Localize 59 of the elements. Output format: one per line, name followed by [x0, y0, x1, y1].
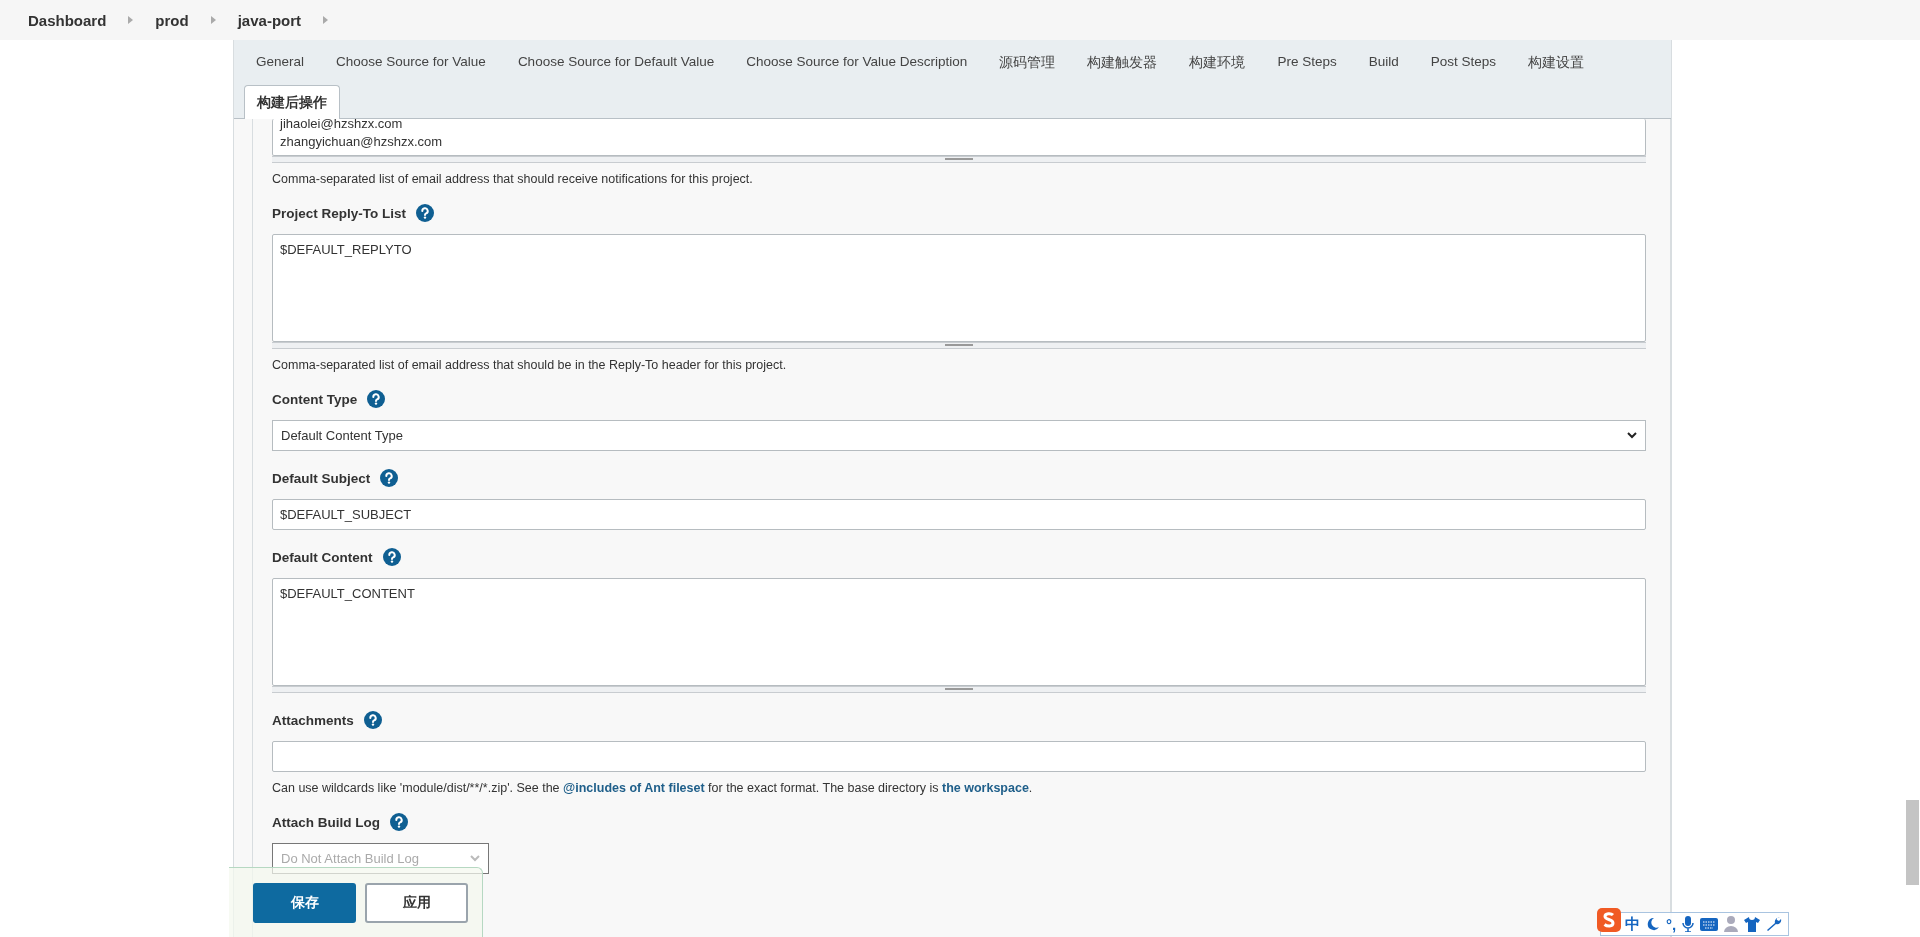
field-label: Default Content	[272, 549, 373, 565]
help-icon[interactable]	[367, 390, 386, 408]
help-icon[interactable]	[390, 813, 408, 831]
field-label: Attachments	[272, 712, 354, 728]
chevron-down-icon	[470, 855, 480, 862]
resize-handle[interactable]	[272, 156, 1646, 163]
tab[interactable]: Choose Source for Value Description	[734, 48, 980, 79]
breadcrumb-link[interactable]: Dashboard	[28, 11, 107, 29]
field-label: Content Type	[272, 391, 358, 407]
text-area[interactable]: $DEFAULT_REPLYTO	[272, 234, 1646, 342]
resize-handle[interactable]	[272, 686, 1646, 693]
help-icon[interactable]	[380, 469, 399, 487]
save-button[interactable]: 保存	[253, 882, 356, 923]
breadcrumb-link[interactable]: java-port	[237, 11, 302, 29]
breadcrumb-link[interactable]: prod	[155, 11, 189, 29]
textarea-line: zhangyichuan@hzshzx.com	[280, 133, 444, 151]
help-icon[interactable]	[382, 548, 401, 566]
tab[interactable]: Build	[1356, 48, 1411, 79]
help-link[interactable]: the workspace	[942, 781, 1029, 795]
tab[interactable]: 构建触发器	[1075, 48, 1170, 79]
field-label: Attach Build Log	[272, 814, 380, 830]
textarea-line: $DEFAULT_REPLYTO	[280, 241, 413, 259]
shirt-icon[interactable]	[1744, 916, 1761, 932]
chevron-down-icon	[1627, 432, 1637, 439]
caret-right-icon	[323, 16, 329, 24]
tab[interactable]: 构建环境	[1177, 48, 1258, 79]
tab[interactable]: General	[244, 48, 317, 79]
help-text: Comma-separated list of email address that should receive notifications for this project.	[272, 172, 754, 186]
tab[interactable]: 构建后操作	[244, 85, 340, 119]
tab[interactable]: 构建设置	[1516, 48, 1596, 79]
help-icon[interactable]	[416, 204, 435, 222]
help-text: Comma-separated list of email address that should be in the Reply-To header for this project.	[272, 358, 788, 372]
resize-handle[interactable]	[272, 342, 1646, 349]
text-field[interactable]: $DEFAULT_SUBJECT	[272, 499, 1646, 530]
text-field[interactable]	[272, 741, 1646, 772]
textarea-line: jihaolei@hzshzx.com	[280, 119, 404, 133]
textarea-line: $DEFAULT_CONTENT	[280, 585, 416, 603]
tab[interactable]: 源码管理	[987, 48, 1068, 79]
keyboard-icon[interactable]	[1700, 917, 1719, 931]
caret-right-icon	[128, 16, 134, 24]
tab[interactable]: Pre Steps	[1265, 48, 1349, 79]
tab[interactable]: Choose Source for Value	[324, 48, 498, 79]
text-area[interactable]: jihaolei@hzshzx.com zhangyichuan@hzshzx.com	[272, 119, 1646, 156]
ime-punctuation-toggle[interactable]: °,	[1666, 915, 1677, 933]
tab[interactable]: Post Steps	[1418, 48, 1508, 79]
wrench-icon[interactable]	[1766, 916, 1783, 932]
caret-right-icon	[210, 16, 216, 24]
tab[interactable]: Choose Source for Default Value	[505, 48, 727, 79]
microphone-icon[interactable]	[1682, 916, 1695, 932]
moon-icon[interactable]	[1646, 917, 1660, 931]
dropdown[interactable]: Default Content Type	[272, 420, 1646, 451]
field-label: Default Subject	[272, 470, 371, 486]
field-label: Project Reply-To List	[272, 205, 407, 221]
help-text: Can use wildcards like 'module/dist/**/*.zip'. See the @includes of Ant fileset for the exact format. The base directory is the workspace.	[272, 781, 1034, 795]
text-area[interactable]: $DEFAULT_CONTENT	[272, 578, 1646, 686]
help-icon[interactable]	[363, 711, 382, 729]
apply-button[interactable]: 应用	[365, 882, 468, 923]
ime-language-toggle[interactable]: 中	[1625, 914, 1640, 934]
help-link[interactable]: @includes of Ant fileset	[563, 781, 705, 795]
